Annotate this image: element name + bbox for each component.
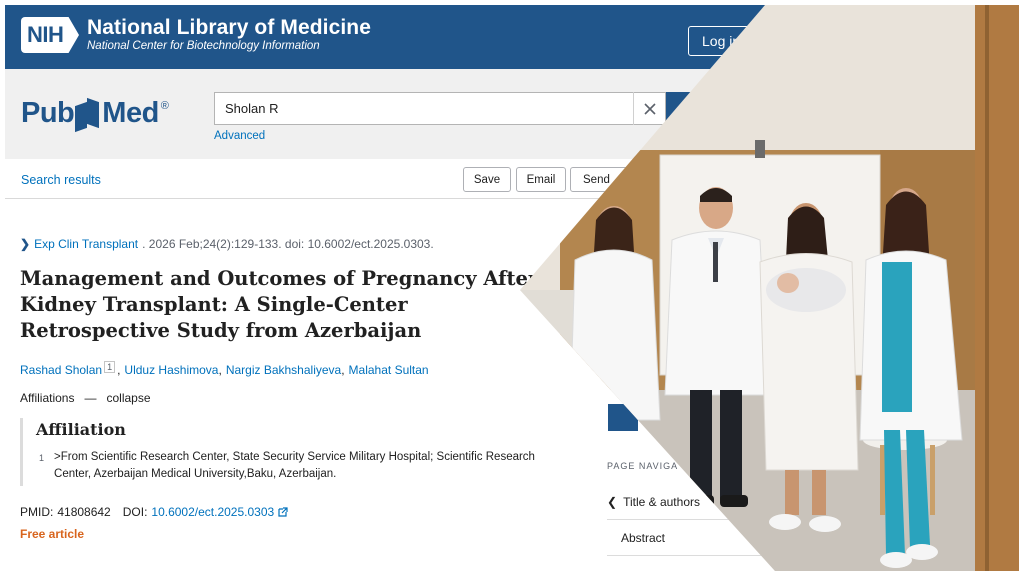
nih-badge-icon: NIH: [21, 17, 79, 53]
external-link-icon: [278, 507, 288, 517]
citation-line: ❯ Exp Clin Transplant . 2026 Feb;24(2):1…: [20, 237, 434, 251]
org-title: National Library of Medicine: [87, 16, 372, 39]
author-link[interactable]: Rashad Sholan: [20, 363, 102, 377]
chevron-right-icon: ❯: [20, 237, 31, 251]
pubmed-logo[interactable]: Pub Med ®: [21, 97, 169, 133]
nih-header: NIH National Library of Medicine Nationa…: [5, 5, 785, 69]
article-identifiers: PMID: 41808642 DOI: 10.6002/ect.2025.030…: [20, 505, 288, 519]
affiliation-text: >From Scientific Research Center, State …: [54, 451, 535, 480]
affiliations-toggle[interactable]: Affiliations — collapse: [20, 391, 151, 405]
org-subtitle: National Center for Biotechnology Inform…: [87, 40, 320, 52]
collapse-label: collapse: [106, 391, 151, 405]
article-toolbar: Search results Save Email Send: [5, 159, 645, 199]
collapse-icon: —: [84, 391, 97, 405]
search-input[interactable]: Sholan R: [214, 92, 666, 125]
citation-details: . 2026 Feb;24(2):129-133. doi: 10.6002/e…: [142, 237, 434, 251]
article-title: Management and Outcomes of Pregnancy Aft…: [20, 267, 539, 342]
author-link[interactable]: Malahat Sultan: [349, 363, 429, 377]
affiliations-label: Affiliations: [20, 391, 75, 405]
nih-logo[interactable]: NIH National Library of Medicine Nationa…: [21, 17, 371, 53]
author-link[interactable]: Ulduz Hashimova: [124, 363, 218, 377]
free-article-badge: Free article: [20, 527, 85, 541]
save-button[interactable]: Save: [463, 167, 511, 192]
author-link[interactable]: Nargiz Bakhshaliyeva: [226, 363, 341, 377]
clear-search-button[interactable]: [633, 92, 666, 125]
pmid-value: 41808642: [57, 505, 111, 519]
affiliation-item: 1 >From Scientific Research Center, Stat…: [39, 449, 549, 483]
search-results-link[interactable]: Search results: [21, 173, 101, 187]
close-icon: [644, 102, 656, 115]
chevron-left-icon: ❮: [607, 494, 618, 509]
affiliation-marker[interactable]: 1: [104, 361, 116, 373]
doi-link[interactable]: 10.6002/ect.2025.0303: [151, 505, 274, 519]
advanced-search-link[interactable]: Advanced: [214, 130, 265, 142]
journal-link[interactable]: Exp Clin Transplant: [34, 237, 138, 251]
affiliation-heading: Affiliation: [36, 420, 126, 439]
page-navigation-label: PAGE NAVIGA: [607, 461, 679, 471]
pubmed-book-icon: [75, 97, 101, 133]
affiliation-panel: Affiliation 1 >From Scientific Research …: [20, 418, 550, 486]
author-list: Rashad Sholan 1 , Ulduz Hashimova , Narg…: [20, 361, 429, 377]
email-button[interactable]: Email: [516, 167, 566, 192]
